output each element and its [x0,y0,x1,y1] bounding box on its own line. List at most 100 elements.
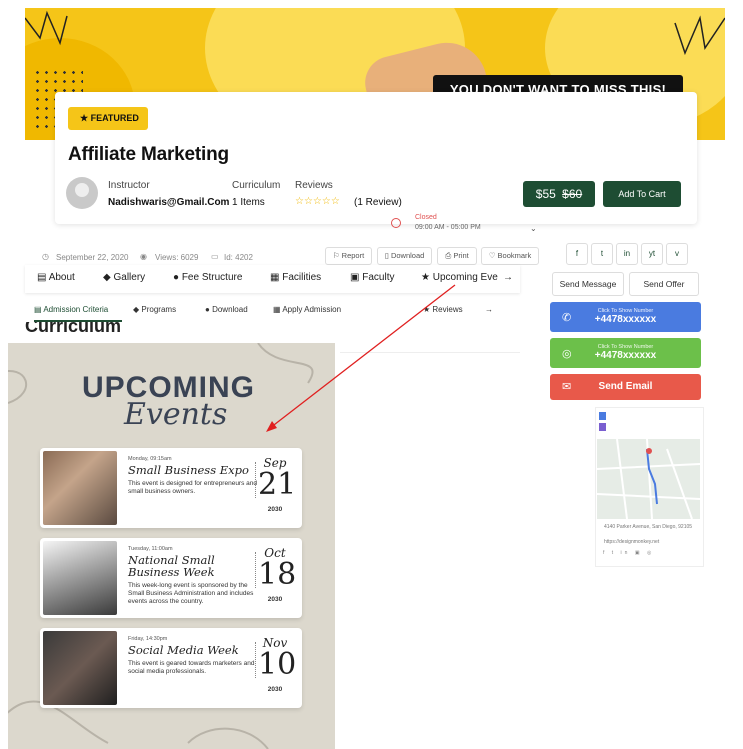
vimeo-icon[interactable]: v [666,243,688,265]
grid-icon: ▦ [270,272,280,283]
call-button[interactable]: ✆ Click To Show Number +4478xxxxxx [550,302,701,332]
subtab-programs[interactable]: ◆ Programs [133,305,176,314]
eye-icon: ◉ [140,252,147,261]
event-photo [43,631,117,705]
facebook-icon[interactable]: f [566,243,588,265]
report-label: Report [341,251,365,260]
tab-about[interactable]: ▤ About [37,272,75,283]
send-email-label: Send Email [598,381,653,392]
status-closed: Closed [415,214,437,221]
board-icon: ▣ [350,272,360,283]
zigzag-decoration-right [674,15,725,56]
tab-label: Faculty [362,272,395,283]
tab-gallery[interactable]: ◆ Gallery [103,272,145,283]
subtab-label: Programs [141,305,177,314]
bookmark-button[interactable]: ♡ Bookmark [481,247,539,265]
star-icon: ★ [423,305,431,314]
add-to-cart-button[interactable]: Add To Cart [603,181,681,207]
coin-icon: ● [205,305,210,314]
price-button[interactable]: $55 $60 [523,181,595,207]
tab-label: About [48,272,75,283]
subtab-label: Download [212,305,248,314]
youtube-icon[interactable]: yt [641,243,663,265]
image-icon: ◆ [133,305,140,314]
event-year: 2030 [267,596,283,603]
subtab-apply-admission[interactable]: ▦ Apply Admission [273,305,341,314]
old-price: $60 [562,187,583,201]
tab-label: Upcoming Eve [432,272,498,283]
event-year: 2030 [267,686,283,693]
section-heading: Curriculum [25,322,135,336]
tab-faculty[interactable]: ▣ Faculty [350,272,394,283]
event-day: Friday, 14:30pm [128,636,168,642]
dotted-divider [255,462,256,498]
whatsapp-number: +4478xxxxxx [594,350,657,361]
book-icon: ▤ [34,305,42,314]
sub-tabs: ▤ Admission Criteria ◆ Programs ● Downlo… [25,300,520,322]
instructor-name[interactable]: Nadishwaris@Gmail.Com [108,197,229,208]
subtab-reviews[interactable]: ★ Reviews [423,305,463,314]
print-label: Print [453,251,469,260]
arrow-right-icon[interactable]: → [503,272,513,283]
event-description: This week-long event is sponsored by the… [128,582,254,605]
event-date: 18 [258,557,297,592]
rating-stars-icon: ☆☆☆☆☆ [295,196,340,207]
bookmark-label: Bookmark [497,251,532,260]
social-mini-icons[interactable]: f t in ▣ ◎ [603,550,654,556]
featured-label: FEATURED [90,113,139,123]
price: $55 [535,187,556,201]
subtab-admission-criteria[interactable]: ▤ Admission Criteria [34,305,108,314]
event-date: 10 [258,647,297,682]
dotted-divider [255,642,256,678]
event-card[interactable]: Tuesday, 11:00am National Small Business… [40,538,302,618]
map[interactable] [597,409,700,519]
clock-icon [391,218,401,228]
subtab-download[interactable]: ● Download [205,305,248,314]
tab-fee-structure[interactable]: ● Fee Structure [173,272,242,283]
event-card[interactable]: Friday, 14:30pm Social Media Week This e… [40,628,302,708]
chevron-down-icon[interactable]: ⌄ [530,224,537,233]
subtab-label: Apply Admission [282,305,342,314]
twitter-icon[interactable]: t [591,243,613,265]
download-button[interactable]: ▯ Download [377,247,432,265]
views-count: Views: 6029 [155,253,199,262]
website-link[interactable]: https://designmonkey.net [604,539,699,545]
file-icon: ▯ [384,251,389,260]
envelope-icon: ✉ [562,381,572,393]
event-description: This event is geared towards marketers a… [128,660,255,675]
event-day: Tuesday, 11:00am [128,546,173,552]
instructor-avatar [66,177,98,209]
id-icon: ▭ [211,252,219,261]
address-text: 4140 Parker Avenue, San Diego, 92105 [604,524,693,530]
reviews-value[interactable]: (1 Review) [354,197,402,208]
book-icon: ▤ [37,272,47,283]
printer-icon: ⎙ [445,251,452,260]
send-email-button[interactable]: ✉ Send Email [550,374,701,400]
event-description: This event is designed for entrepreneurs… [128,480,257,495]
report-button[interactable]: ⚐ Report [325,247,372,265]
event-photo [43,541,117,615]
tab-upcoming-events[interactable]: ★ Upcoming Eve [421,272,498,283]
linkedin-icon[interactable]: in [616,243,638,265]
whatsapp-button[interactable]: ◎ Click To Show Number +4478xxxxxx [550,338,701,368]
event-photo [43,451,117,525]
subtab-label: Reviews [432,305,463,314]
event-day: Monday, 09:15am [128,456,172,462]
event-name: Small Business Expo [128,463,249,477]
arrow-right-icon[interactable]: → [485,305,493,314]
instructor-label: Instructor [108,180,150,191]
tab-label: Facilities [282,272,322,283]
send-message-button[interactable]: Send Message [552,272,624,296]
post-date: September 22, 2020 [56,253,129,262]
event-card[interactable]: Monday, 09:15am Small Business Expo This… [40,448,302,528]
print-button[interactable]: ⎙ Print [437,247,477,265]
tab-label: Gallery [113,272,146,283]
tab-label: Fee Structure [181,272,243,283]
divider [340,352,520,353]
tab-facilities[interactable]: ▦ Facilities [270,272,321,283]
send-offer-button[interactable]: Send Offer [629,272,699,296]
section-heading-text: Curriculum [25,322,122,336]
course-title: Affiliate Marketing [68,144,229,165]
curriculum-value: 1 Items [232,197,265,208]
zigzag-decoration [25,10,68,46]
